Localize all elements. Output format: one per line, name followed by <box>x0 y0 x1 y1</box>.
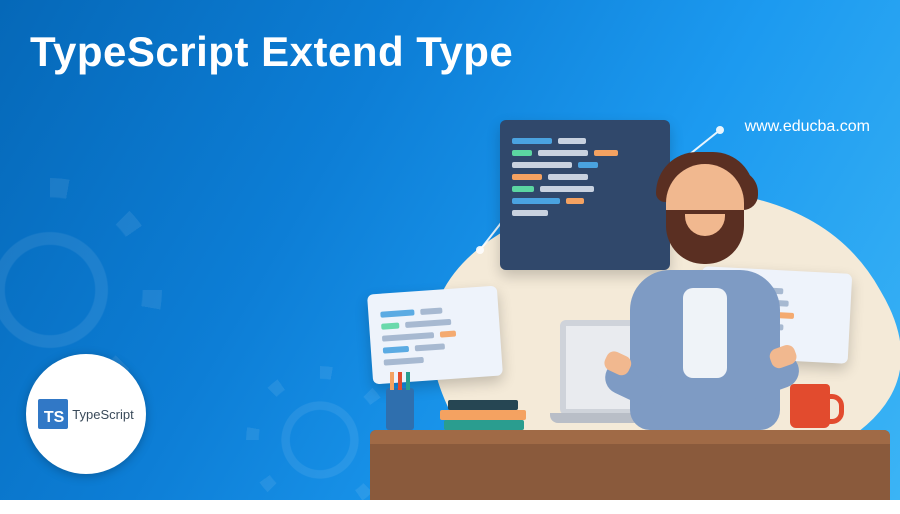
typescript-wordmark: TypeScript <box>72 407 133 422</box>
developer-illustration <box>330 100 890 500</box>
page-title: TypeScript Extend Type <box>30 28 513 76</box>
typescript-logo-badge: TS TypeScript <box>26 354 146 474</box>
pencil-cup-icon <box>386 388 414 430</box>
desk-shape <box>370 430 890 500</box>
code-window-left <box>367 286 503 385</box>
hero-banner: TypeScript Extend Type www.educba.com TS… <box>0 0 900 500</box>
developer-figure <box>600 170 810 430</box>
books-icon <box>440 404 530 430</box>
typescript-mark-icon: TS <box>38 399 68 429</box>
gear-icon <box>0 200 140 380</box>
